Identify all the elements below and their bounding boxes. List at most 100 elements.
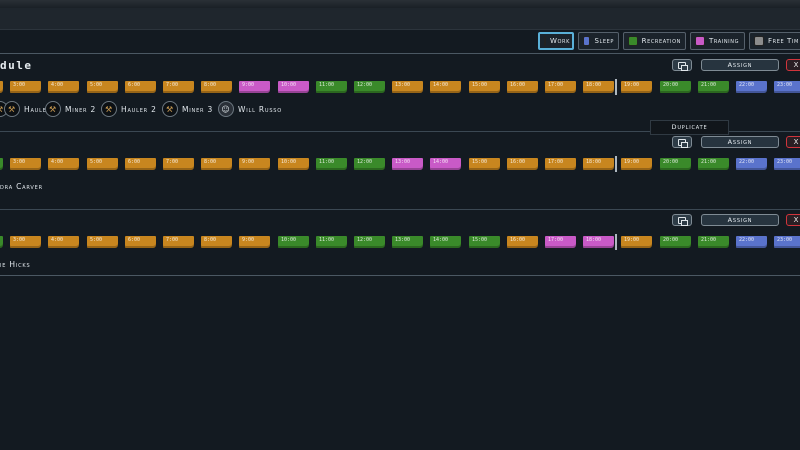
legend-training[interactable]: Training — [690, 32, 745, 50]
hour-block[interactable]: 11:00 — [316, 158, 347, 170]
member-chip[interactable]: ⚒ Hauler 2 — [101, 101, 157, 117]
hour-block[interactable]: 23:00 — [774, 158, 800, 170]
hour-block[interactable]: 14:00 — [430, 81, 461, 93]
hour-block[interactable]: 5:00 — [87, 81, 118, 93]
hour-block[interactable]: 6:00 — [125, 158, 156, 170]
hour-block[interactable]: 7:00 — [163, 236, 194, 248]
member-chip[interactable]: ☺ Will Russo — [218, 101, 282, 117]
hour-block[interactable]: 23:00 — [774, 81, 800, 93]
duplicate-button[interactable] — [672, 59, 692, 71]
delete-schedule-button[interactable]: X — [786, 214, 800, 226]
hour-block[interactable]: 23:00 — [774, 236, 800, 248]
copy-icon — [678, 139, 688, 148]
hour-block[interactable]: 3:00 — [10, 158, 41, 170]
hour-block[interactable]: 10:00 — [278, 158, 309, 170]
hour-block[interactable]: 22:00 — [736, 236, 767, 248]
legend-recreation[interactable]: Recreation — [623, 32, 686, 50]
assign-button[interactable]: Assign — [701, 59, 779, 71]
color-swatch — [628, 36, 638, 46]
hour-block[interactable]: 4:00 — [48, 158, 79, 170]
hour-block[interactable]: 22:00 — [736, 81, 767, 93]
hour-block[interactable]: 15:00 — [469, 236, 500, 248]
hour-block[interactable]: 8:00 — [201, 236, 232, 248]
hour-block[interactable]: 14:00 — [430, 236, 461, 248]
hour-block[interactable]: 18:00 — [583, 81, 614, 93]
hour-block[interactable]: 4:00 — [48, 236, 79, 248]
hour-block[interactable]: 9:00 — [239, 236, 270, 248]
hour-block[interactable]: 5:00 — [87, 236, 118, 248]
color-swatch — [583, 36, 591, 46]
hour-block[interactable]: 19:00 — [621, 236, 652, 248]
hour-block[interactable]: 8:00 — [201, 81, 232, 93]
assign-button[interactable]: Assign — [701, 136, 779, 148]
member-chip[interactable]: ⚒ Miner 2 — [45, 101, 96, 117]
hour-block[interactable]: 14:00 — [430, 158, 461, 170]
hour-block[interactable]: 13:00 — [392, 81, 423, 93]
legend-label: Work — [550, 37, 571, 45]
hour-block[interactable] — [0, 236, 3, 248]
legend-free-time[interactable]: Free Tim — [749, 32, 800, 50]
hour-block[interactable]: 21:00 — [698, 81, 729, 93]
legend-label: Training — [709, 37, 740, 45]
hour-block[interactable]: 18:00 — [583, 236, 614, 248]
hour-block[interactable]: 18:00 — [583, 158, 614, 170]
assign-button[interactable]: Assign — [701, 214, 779, 226]
member-chip[interactable]: ⚒ Miner 3 — [162, 101, 213, 117]
duplicate-button[interactable] — [672, 214, 692, 226]
hour-block[interactable]: 9:00 — [239, 81, 270, 93]
hour-block[interactable]: 10:00 — [278, 236, 309, 248]
top-bar — [0, 8, 800, 30]
hour-block[interactable]: 21:00 — [698, 158, 729, 170]
miner-icon: ⚒ — [45, 101, 61, 117]
hour-block[interactable]: 11:00 — [316, 236, 347, 248]
hour-block[interactable]: 16:00 — [507, 158, 538, 170]
hour-block[interactable]: 13:00 — [392, 158, 423, 170]
hour-block[interactable]: 13:00 — [392, 236, 423, 248]
hour-block[interactable]: 20:00 — [660, 236, 691, 248]
delete-schedule-button[interactable]: X — [786, 59, 800, 71]
member-name: Miner 2 — [65, 104, 97, 114]
duplicate-button[interactable] — [672, 136, 692, 148]
hour-block[interactable]: 16:00 — [507, 81, 538, 93]
hour-block[interactable]: 17:00 — [545, 236, 576, 248]
hour-block[interactable]: 15:00 — [469, 158, 500, 170]
hour-block[interactable]: 3:00 — [10, 81, 41, 93]
window-top-strip — [0, 0, 800, 8]
hour-block[interactable]: 3:00 — [10, 236, 41, 248]
hour-block[interactable]: 12:00 — [354, 81, 385, 93]
hour-block[interactable]: 7:00 — [163, 158, 194, 170]
delete-schedule-button[interactable]: X — [786, 136, 800, 148]
hour-block[interactable]: 21:00 — [698, 236, 729, 248]
hour-block[interactable]: 22:00 — [736, 158, 767, 170]
hour-block[interactable]: 9:00 — [239, 158, 270, 170]
timeline: 3:00 4:00 5:00 6:00 7:00 8:00 9:00 10:00 11:00 12… — [0, 156, 800, 172]
member-chip[interactable]: ⚒ Hauler — [4, 101, 51, 117]
hour-block[interactable]: 17:00 — [545, 158, 576, 170]
color-swatch — [695, 36, 705, 46]
hour-block[interactable]: 19:00 — [621, 158, 652, 170]
hour-block[interactable]: 20:00 — [660, 158, 691, 170]
hour-block[interactable]: 7:00 — [163, 81, 194, 93]
hour-block[interactable]: 8:00 — [201, 158, 232, 170]
hour-block[interactable]: 19:00 — [621, 81, 652, 93]
hour-block[interactable]: 17:00 — [545, 81, 576, 93]
legend-sleep[interactable]: Sleep — [578, 32, 619, 50]
hour-block[interactable]: 5:00 — [87, 158, 118, 170]
timeline: 3:00 4:00 5:00 6:00 7:00 8:00 9:00 10:00 11:00 12… — [0, 234, 800, 250]
hour-block[interactable]: 10:00 — [278, 81, 309, 93]
hour-block[interactable]: 6:00 — [125, 236, 156, 248]
hour-block[interactable]: 16:00 — [507, 236, 538, 248]
hour-block[interactable]: 12:00 — [354, 236, 385, 248]
hour-block[interactable]: 15:00 — [469, 81, 500, 93]
hour-block[interactable]: 12:00 — [354, 158, 385, 170]
legend-work[interactable]: Work — [538, 32, 574, 50]
color-swatch — [544, 36, 546, 46]
hour-block[interactable]: 6:00 — [125, 81, 156, 93]
hour-block[interactable]: 4:00 — [48, 81, 79, 93]
copy-icon — [678, 62, 688, 71]
hour-block[interactable] — [0, 81, 3, 93]
member-name: dra Carver — [0, 182, 43, 191]
hour-block[interactable]: 20:00 — [660, 81, 691, 93]
hour-block[interactable] — [0, 158, 3, 170]
hour-block[interactable]: 11:00 — [316, 81, 347, 93]
